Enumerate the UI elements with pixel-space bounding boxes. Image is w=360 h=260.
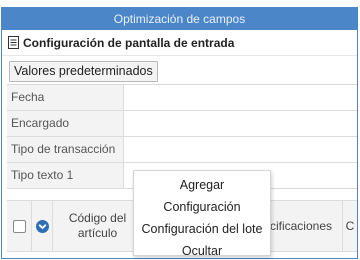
document-icon <box>8 36 19 49</box>
menu-item-settings[interactable]: Configuración <box>134 196 270 218</box>
section-header: Configuración de pantalla de entrada <box>2 30 357 56</box>
menu-item-batch-settings[interactable]: Configuración del lote <box>134 218 270 240</box>
action-cell <box>32 201 53 251</box>
form-row-date: Fecha <box>7 85 357 111</box>
column-header-truncated[interactable]: C <box>343 201 357 251</box>
menu-item-add[interactable]: Agregar <box>134 174 270 196</box>
transaction-type-field[interactable] <box>124 137 357 162</box>
form-row-transaction-type: Tipo de transacción <box>7 137 357 163</box>
form-label: Fecha <box>7 85 124 110</box>
form-label: Tipo texto 1 <box>7 163 124 188</box>
date-field[interactable] <box>124 85 357 110</box>
section-title: Configuración de pantalla de entrada <box>23 35 235 50</box>
default-values-button[interactable]: Valores predeterminados <box>9 61 158 82</box>
select-all-checkbox[interactable] <box>12 219 26 233</box>
form-label: Encargado <box>7 111 124 136</box>
dialog-title: Optimización de campos <box>2 8 357 30</box>
form-label: Tipo de transacción <box>7 137 124 162</box>
menu-item-hide[interactable]: Ocultar <box>134 240 270 255</box>
select-all-cell <box>7 201 32 251</box>
form-row-manager: Encargado <box>7 111 357 137</box>
manager-field[interactable] <box>124 111 357 136</box>
column-header-item-code[interactable]: Código del artículo <box>53 201 143 251</box>
context-menu: Agregar Configuración Configuración del … <box>133 170 271 256</box>
chevron-down-icon[interactable] <box>35 219 49 233</box>
